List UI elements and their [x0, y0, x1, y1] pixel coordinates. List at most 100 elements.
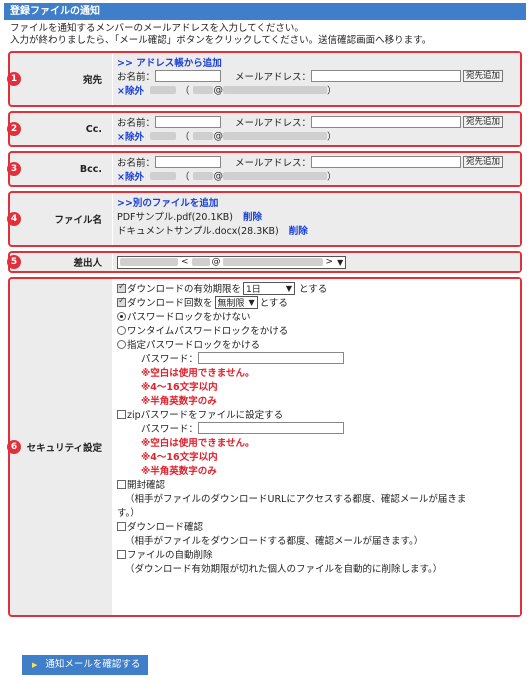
at-sign: @ [213, 170, 223, 182]
to-name-input[interactable] [155, 70, 222, 82]
redacted-name [149, 86, 176, 94]
radio-fixed-lock[interactable] [117, 339, 126, 349]
zip-checkbox[interactable] [117, 409, 126, 419]
intro-line-2: 入力が終わりましたら、「メール確認」ボタンをクリックしてください。送信確認画面へ… [10, 35, 432, 46]
cc-label: Cc. [85, 123, 102, 135]
cc-name-input[interactable] [155, 116, 222, 128]
sender-label: 差出人 [73, 258, 102, 269]
at-sign: @ [213, 84, 223, 96]
confirm-mail-button[interactable]: ▶ 通知メールを確認する [22, 655, 149, 675]
chevron-down-icon: ▼ [248, 297, 255, 307]
bcc-add-button[interactable]: 宛先追加 [463, 156, 504, 168]
paren-close: ） [326, 172, 337, 183]
count-checkbox[interactable] [117, 296, 126, 307]
redacted-sender-domain [222, 258, 323, 266]
badge-6: 6 [7, 440, 21, 454]
row-sender: 5 差出人 < @ > ▼ [7, 251, 522, 273]
open-confirm-desc-end: す。） [117, 508, 140, 519]
paren-open: （ [179, 172, 190, 183]
email-label: メールアドレス： [235, 72, 312, 83]
radio-no-lock[interactable] [117, 311, 126, 321]
paren-open: （ [179, 132, 190, 143]
zip-rule-length: ※4～16文字以内 [141, 452, 218, 463]
row-files: 4 ファイル名 >>別のファイルを追加 PDFサンプル.pdf(20.1KB) … [7, 191, 522, 247]
count-suffix: とする [259, 298, 288, 309]
bcc-exclude-link[interactable]: ×除外 [117, 169, 144, 183]
expiry-select[interactable]: 1日 ▼ [243, 281, 296, 295]
zip-label: zipパスワードをファイルに設定する [127, 410, 284, 421]
address-book-link[interactable]: >> アドレス帳から追加 [117, 55, 222, 69]
row-cc: 2 Cc. お名前： メールアドレス： 宛先追加 ×除外 （ @ ） [7, 111, 522, 147]
cc-content: お名前： メールアドレス： 宛先追加 ×除外 （ @ ） [112, 113, 520, 145]
open-confirm-label: 開封確認 [127, 480, 166, 491]
count-prefix: ダウンロード回数を [127, 298, 213, 309]
redacted-domain [222, 172, 327, 180]
gt-sign: > [325, 257, 334, 267]
at-sign: @ [211, 257, 221, 267]
auto-delete-label: ファイルの自動削除 [127, 550, 213, 561]
badge-2: 2 [7, 122, 21, 136]
rule-length: ※4～16文字以内 [141, 382, 218, 393]
bcc-content: お名前： メールアドレス： 宛先追加 ×除外 （ @ ） [112, 153, 520, 185]
cc-email-input[interactable] [311, 116, 462, 128]
row-bcc: 3 Bcc. お名前： メールアドレス： 宛先追加 ×除外 （ @ ） [7, 151, 522, 187]
intro-line-1: ファイルを通知するメンバーのメールアドレスを入力してください。 [10, 23, 304, 34]
security-content: ダウンロードの有効期限を 1日▼ とする ダウンロード回数を 無制限▼ とする … [112, 279, 520, 615]
to-exclude-link[interactable]: ×除外 [117, 83, 144, 97]
redacted-local [193, 86, 214, 94]
redacted-domain [222, 86, 327, 94]
redacted-local [193, 132, 214, 140]
expiry-prefix: ダウンロードの有効期限を [127, 284, 242, 295]
badge-4: 4 [7, 212, 21, 226]
chevron-down-icon: ▼ [285, 283, 293, 293]
file-delete-link[interactable]: 削除 [243, 209, 262, 223]
bcc-name-input[interactable] [155, 156, 222, 168]
count-value: 無制限 [217, 298, 245, 309]
dl-confirm-checkbox[interactable] [117, 521, 126, 531]
radio-onetime-lock[interactable] [117, 325, 126, 335]
cc-add-button[interactable]: 宛先追加 [463, 116, 504, 128]
name-label: お名前： [117, 158, 156, 169]
redacted-sender-name [120, 258, 178, 266]
open-confirm-checkbox[interactable] [117, 479, 126, 489]
rule-alnum: ※半角英数字のみ [141, 396, 217, 407]
bcc-label: Bcc. [79, 163, 102, 175]
onetime-lock-label: ワンタイムパスワードロックをかける [127, 326, 289, 337]
file-item: ドキュメントサンプル.docx(28.3KB) 削除 [117, 223, 516, 237]
redacted-local [193, 172, 214, 180]
to-label: 宛先 [82, 75, 102, 86]
count-select[interactable]: 無制限 ▼ [214, 295, 258, 309]
chevron-down-icon: ▼ [337, 257, 344, 267]
to-add-button[interactable]: 宛先追加 [463, 70, 504, 82]
dl-confirm-desc: （相手がファイルをダウンロードする都度、確認メールが届きます。） [125, 536, 424, 547]
confirm-mail-label: 通知メールを確認する [45, 659, 141, 670]
fixed-lock-label: 指定パスワードロックをかける [127, 340, 261, 351]
email-label: メールアドレス： [235, 118, 312, 129]
add-file-link[interactable]: >>別のファイルを追加 [117, 195, 218, 209]
sender-select[interactable]: < @ > ▼ [117, 255, 347, 269]
auto-delete-desc: （ダウンロード有効期限が切れた個人のファイルを自動的に削除します。） [125, 564, 443, 575]
row-security: 6 セキュリティ設定 ダウンロードの有効期限を 1日 ▼ とする ダウンロード回数… [7, 277, 522, 617]
cc-exclude-link[interactable]: ×除外 [117, 129, 144, 143]
zip-password-label: パスワード： [141, 424, 199, 435]
fixed-password-input[interactable] [198, 352, 345, 364]
redacted-domain [222, 132, 327, 140]
badge-5: 5 [7, 255, 21, 269]
file-name: PDFサンプル.pdf(20.1KB) [117, 212, 233, 223]
zip-rule-blank: ※空白は使用できません。 [141, 438, 255, 449]
play-arrow-icon: ▶ [32, 661, 38, 669]
auto-delete-checkbox[interactable] [117, 549, 126, 559]
at-sign: @ [213, 130, 223, 142]
fixed-password-label: パスワード： [141, 354, 199, 365]
bcc-email-input[interactable] [311, 156, 462, 168]
paren-close: ） [326, 86, 337, 97]
redacted-sender-local [191, 258, 210, 266]
file-delete-link[interactable]: 削除 [289, 223, 308, 237]
sender-content: < @ > ▼ [112, 253, 520, 271]
zip-password-input[interactable] [198, 422, 345, 434]
email-label: メールアドレス： [235, 158, 312, 169]
name-label: お名前： [117, 72, 156, 83]
expiry-checkbox[interactable] [117, 282, 126, 293]
redacted-name [149, 172, 176, 180]
to-email-input[interactable] [311, 70, 462, 82]
